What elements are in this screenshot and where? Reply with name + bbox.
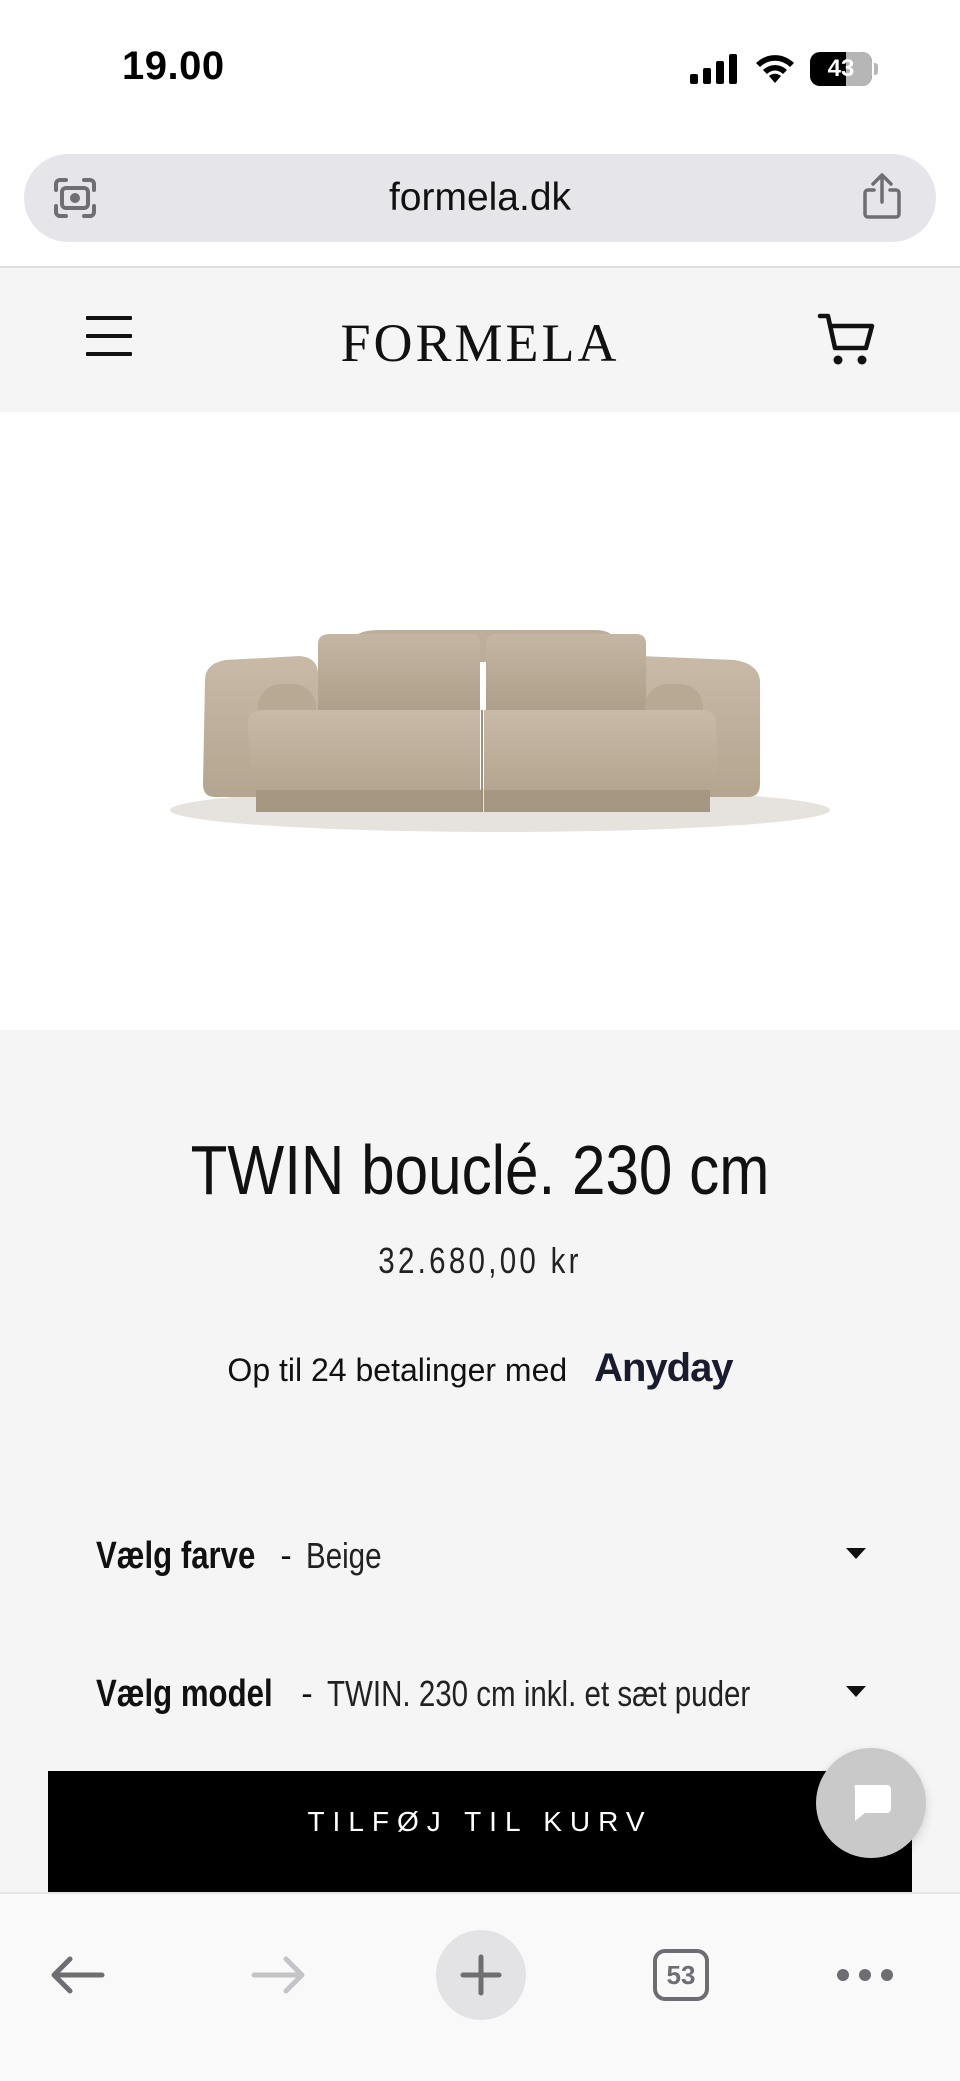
address-bar[interactable]: formela.dk xyxy=(24,154,936,242)
arrow-right-icon xyxy=(251,1956,305,1994)
color-select[interactable]: Vælg farve - Beige xyxy=(96,1526,866,1586)
status-icons: 43 xyxy=(690,52,878,86)
tab-count: 53 xyxy=(653,1949,709,2001)
wifi-icon xyxy=(756,55,794,83)
installment-text: Op til 24 betalinger med xyxy=(227,1352,568,1388)
color-select-value[interactable]: Beige xyxy=(306,1535,382,1577)
cellular-signal-icon xyxy=(690,54,737,84)
browser-bottom-toolbar: 53 xyxy=(0,1892,960,2081)
forward-button[interactable] xyxy=(234,1930,324,2020)
battery-tip xyxy=(874,63,878,75)
model-select-separator: - xyxy=(301,1674,313,1713)
battery-level: 43 xyxy=(827,55,855,82)
product-image[interactable] xyxy=(0,412,960,1030)
battery-icon: 43 xyxy=(810,52,872,86)
more-options-button[interactable] xyxy=(820,1930,910,2020)
shopping-cart-icon[interactable] xyxy=(816,310,876,370)
model-select-label: Vælg model xyxy=(96,1672,273,1715)
plus-icon xyxy=(460,1954,502,1996)
product-price: 32.680,00 kr xyxy=(378,1240,582,1281)
model-select-value[interactable]: TWIN. 230 cm inkl. et sæt puder xyxy=(327,1673,750,1715)
product-info: TWIN bouclé. 230 cm 32.680,00 kr Op til … xyxy=(0,1030,960,1892)
installment-info: Op til 24 betalinger med Anyday xyxy=(0,1346,960,1391)
back-button[interactable] xyxy=(32,1930,122,2020)
add-to-cart-button[interactable]: TILFØJ TIL KURV xyxy=(48,1771,912,1892)
chevron-down-icon[interactable] xyxy=(846,1548,866,1559)
status-bar: 19.00 43 xyxy=(0,0,960,140)
product-title: TWIN bouclé. 230 cm xyxy=(190,1131,770,1209)
chat-button[interactable] xyxy=(816,1748,926,1858)
anyday-logo[interactable]: Anyday xyxy=(594,1346,733,1390)
chat-bubble-icon xyxy=(854,1785,891,1821)
color-select-separator: - xyxy=(280,1536,292,1575)
share-icon[interactable] xyxy=(860,172,904,220)
arrow-left-icon xyxy=(51,1956,105,1994)
new-tab-button[interactable] xyxy=(436,1930,526,2020)
color-select-label: Vælg farve xyxy=(96,1534,256,1577)
address-url[interactable]: formela.dk xyxy=(24,176,936,220)
sofa-image xyxy=(170,630,830,832)
chevron-down-icon[interactable] xyxy=(846,1686,866,1697)
more-dots-icon xyxy=(837,1969,893,1981)
status-time: 19.00 xyxy=(122,44,225,88)
model-select[interactable]: Vælg model - TWIN. 230 cm inkl. et sæt p… xyxy=(96,1664,866,1724)
tabs-button[interactable]: 53 xyxy=(636,1930,726,2020)
site-header: FORMELA xyxy=(0,268,960,412)
